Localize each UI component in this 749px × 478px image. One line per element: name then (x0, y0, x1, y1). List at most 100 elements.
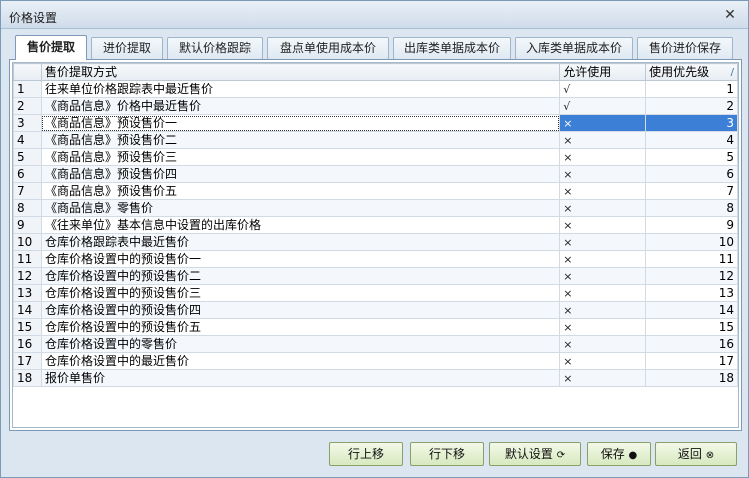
allow-cell[interactable]: × (559, 199, 647, 217)
method-cell[interactable]: 仓库价格跟踪表中最近售价 (40, 233, 561, 251)
priority-cell[interactable]: 11 (645, 250, 738, 268)
table-row[interactable]: 3 《商品信息》预设售价一 × 3 (13, 114, 738, 132)
method-cell[interactable]: 《商品信息》预设售价四 (40, 165, 561, 183)
price-settings-window: 价格设置 ✕ 售价提取 进价提取 默认价格跟踪 盘点单使用成本价 出库类单据成本… (0, 0, 749, 478)
header-method[interactable]: 售价提取方式 (40, 63, 561, 81)
allow-cell[interactable]: × (559, 369, 647, 387)
method-cell[interactable]: 仓库价格设置中的预设售价四 (40, 301, 561, 319)
save-button[interactable]: 保存 ● (587, 442, 651, 466)
method-cell[interactable]: 《商品信息》预设售价三 (40, 148, 561, 166)
priority-cell[interactable]: 1 (645, 80, 738, 98)
tab-strip: 售价提取 进价提取 默认价格跟踪 盘点单使用成本价 出库类单据成本价 入库类单据… (15, 35, 740, 60)
method-cell[interactable]: 《商品信息》预设售价五 (40, 182, 561, 200)
priority-cell[interactable]: 13 (645, 284, 738, 302)
default-settings-button[interactable]: 默认设置 ⟳ (489, 442, 581, 466)
header-priority[interactable]: 使用优先级 / (645, 63, 738, 81)
move-down-button[interactable]: 行下移 (410, 442, 484, 466)
table-row[interactable]: 17 仓库价格设置中的最近售价 × 17 (13, 352, 738, 370)
priority-cell[interactable]: 3 (645, 114, 738, 132)
priority-cell[interactable]: 16 (645, 335, 738, 353)
allow-cell[interactable]: × (559, 182, 647, 200)
allow-cell[interactable]: × (559, 301, 647, 319)
row-number-cell: 15 (13, 318, 42, 336)
title-bar[interactable]: 价格设置 ✕ (1, 1, 748, 29)
table-row[interactable]: 4 《商品信息》预设售价二 × 4 (13, 131, 738, 149)
method-cell[interactable]: 《商品信息》零售价 (40, 199, 561, 217)
table-row[interactable]: 10 仓库价格跟踪表中最近售价 × 10 (13, 233, 738, 251)
method-cell[interactable]: 仓库价格设置中的预设售价五 (40, 318, 561, 336)
priority-cell[interactable]: 15 (645, 318, 738, 336)
method-cell[interactable]: 报价单售价 (40, 369, 561, 387)
priority-cell[interactable]: 14 (645, 301, 738, 319)
priority-cell[interactable]: 10 (645, 233, 738, 251)
table-row[interactable]: 1 往来单位价格跟踪表中最近售价 √ 1 (13, 80, 738, 98)
allow-cell[interactable]: × (559, 352, 647, 370)
method-cell[interactable]: 往来单位价格跟踪表中最近售价 (40, 80, 561, 98)
tab-default-price-tracking[interactable]: 默认价格跟踪 (167, 37, 263, 59)
tab-inbound-cost-price[interactable]: 入库类单据成本价 (515, 37, 633, 59)
method-cell[interactable]: 仓库价格设置中的预设售价一 (40, 250, 561, 268)
allow-cell[interactable]: √ (559, 80, 647, 98)
table-row[interactable]: 7 《商品信息》预设售价五 × 7 (13, 182, 738, 200)
table-row[interactable]: 12 仓库价格设置中的预设售价二 × 12 (13, 267, 738, 285)
tab-price-save[interactable]: 售价进价保存 (637, 37, 733, 59)
table-row[interactable]: 11 仓库价格设置中的预设售价一 × 11 (13, 250, 738, 268)
allow-cell[interactable]: × (559, 233, 647, 251)
allow-cell[interactable]: × (559, 250, 647, 268)
close-icon[interactable]: ✕ (722, 7, 738, 23)
priority-cell[interactable]: 7 (645, 182, 738, 200)
priority-cell[interactable]: 4 (645, 131, 738, 149)
back-button[interactable]: 返回 ⊗ (655, 442, 737, 466)
table-row[interactable]: 18 报价单售价 × 18 (13, 369, 738, 387)
priority-cell[interactable]: 8 (645, 199, 738, 217)
grid-header-row: 售价提取方式 允许使用 使用优先级 / (13, 63, 738, 81)
table-row[interactable]: 2 《商品信息》价格中最近售价 √ 2 (13, 97, 738, 115)
priority-cell[interactable]: 17 (645, 352, 738, 370)
priority-cell[interactable]: 12 (645, 267, 738, 285)
allow-cell[interactable]: × (559, 216, 647, 234)
table-row[interactable]: 5 《商品信息》预设售价三 × 5 (13, 148, 738, 166)
row-number-cell: 18 (13, 369, 42, 387)
allow-cell[interactable]: √ (559, 97, 647, 115)
table-row[interactable]: 15 仓库价格设置中的预设售价五 × 15 (13, 318, 738, 336)
allow-cell[interactable]: × (559, 114, 647, 132)
tab-sale-price-extract[interactable]: 售价提取 (15, 35, 87, 60)
priority-cell[interactable]: 9 (645, 216, 738, 234)
priority-cell[interactable]: 5 (645, 148, 738, 166)
allow-cell[interactable]: × (559, 335, 647, 353)
table-row[interactable]: 13 仓库价格设置中的预设售价三 × 13 (13, 284, 738, 302)
row-number-cell: 14 (13, 301, 42, 319)
allow-cell[interactable]: × (559, 131, 647, 149)
method-cell[interactable]: 《商品信息》价格中最近售价 (40, 97, 561, 115)
table-row[interactable]: 9 《往来单位》基本信息中设置的出库价格 × 9 (13, 216, 738, 234)
priority-cell[interactable]: 18 (645, 369, 738, 387)
table-row[interactable]: 14 仓库价格设置中的预设售价四 × 14 (13, 301, 738, 319)
price-method-grid[interactable]: 售价提取方式 允许使用 使用优先级/ 1 往来单位价格跟踪表中最近售价 √ 1 2 《商品… (12, 62, 739, 428)
allow-cell[interactable]: × (559, 318, 647, 336)
allow-cell[interactable]: × (559, 148, 647, 166)
row-number-cell: 12 (13, 267, 42, 285)
method-cell[interactable]: 仓库价格设置中的零售价 (40, 335, 561, 353)
tab-inventory-cost-price[interactable]: 盘点单使用成本价 (267, 37, 389, 59)
table-row[interactable]: 8 《商品信息》零售价 × 8 (13, 199, 738, 217)
method-cell[interactable]: 仓库价格设置中的最近售价 (40, 352, 561, 370)
method-cell[interactable]: 《商品信息》预设售价二 (40, 131, 561, 149)
table-row[interactable]: 16 仓库价格设置中的零售价 × 16 (13, 335, 738, 353)
table-row[interactable]: 6 《商品信息》预设售价四 × 6 (13, 165, 738, 183)
method-cell[interactable]: 《商品信息》预设售价一 (40, 114, 561, 132)
allow-cell[interactable]: × (559, 165, 647, 183)
priority-cell[interactable]: 6 (645, 165, 738, 183)
move-up-button[interactable]: 行上移 (329, 442, 403, 466)
row-number-cell: 10 (13, 233, 42, 251)
method-cell[interactable]: 《往来单位》基本信息中设置的出库价格 (40, 216, 561, 234)
tab-outbound-cost-price[interactable]: 出库类单据成本价 (393, 37, 511, 59)
header-allow[interactable]: 允许使用 (559, 63, 647, 81)
allow-cell[interactable]: × (559, 284, 647, 302)
allow-cell[interactable]: × (559, 267, 647, 285)
method-cell[interactable]: 仓库价格设置中的预设售价三 (40, 284, 561, 302)
tab-purchase-price-extract[interactable]: 进价提取 (91, 37, 163, 59)
save-label: 保存 (600, 447, 625, 461)
row-number-cell: 16 (13, 335, 42, 353)
method-cell[interactable]: 仓库价格设置中的预设售价二 (40, 267, 561, 285)
priority-cell[interactable]: 2 (645, 97, 738, 115)
